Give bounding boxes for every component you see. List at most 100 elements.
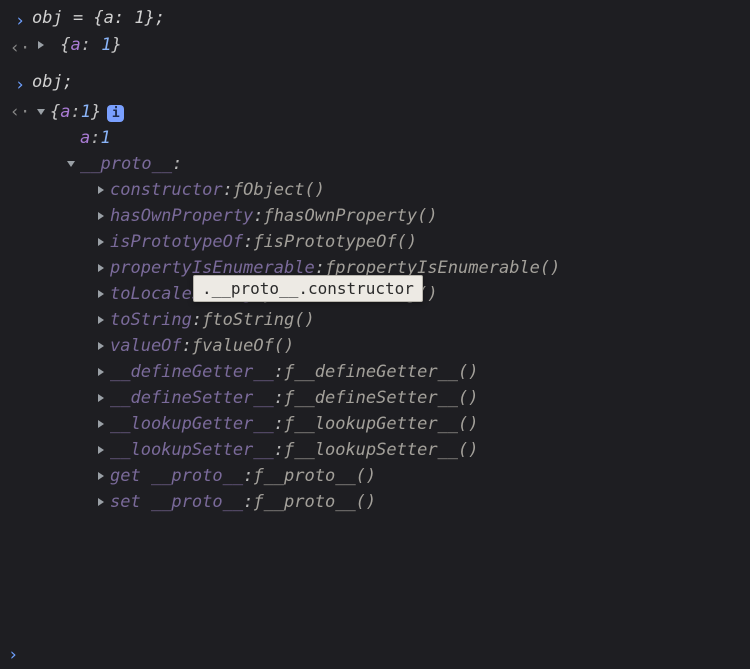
console-input-code[interactable]: obj = {a: 1}; [32, 8, 742, 28]
proto-property-line: set __proto__: ƒ __proto__() [32, 489, 742, 515]
object-key: a [60, 102, 70, 122]
console-prompt[interactable]: › [0, 641, 750, 669]
brace-close: } [111, 35, 121, 55]
console-input-row: › obj; [0, 70, 750, 97]
colon: : [90, 128, 100, 148]
property-name: __lookupSetter__ [110, 440, 274, 460]
proto-property-line: toString: ƒ toString() [32, 307, 742, 333]
expand-toggle[interactable] [92, 341, 110, 351]
function-glyph: ƒ [192, 336, 202, 356]
colon: : [274, 440, 284, 460]
colon: : [243, 492, 253, 512]
proto-property-line: propertyIsEnumerable: ƒ propertyIsEnumer… [32, 255, 742, 281]
expand-toggle[interactable] [92, 445, 110, 455]
property-name: set __proto__ [110, 492, 243, 512]
function-glyph: ƒ [253, 492, 263, 512]
function-glyph: ƒ [253, 466, 263, 486]
property-name: constructor [110, 180, 223, 200]
function-name: __defineGetter__() [294, 362, 478, 382]
function-name: isPrototypeOf() [264, 232, 418, 252]
function-glyph: ƒ [253, 232, 263, 252]
property-value: 1 [101, 128, 111, 148]
property-name: isPrototypeOf [110, 232, 243, 252]
expand-toggle[interactable] [92, 237, 110, 247]
object-summary-line: {a: 1} i [32, 99, 742, 125]
colon: : [243, 232, 253, 252]
colon: : [274, 388, 284, 408]
function-name: Object() [243, 180, 325, 200]
proto-property-line: __lookupGetter__: ƒ __lookupGetter__() [32, 411, 742, 437]
output-prompt-icon: ‹· [8, 35, 32, 58]
own-property-line: a: 1 [32, 125, 742, 151]
colon: : [315, 258, 325, 278]
info-icon[interactable]: i [107, 105, 124, 122]
function-glyph: ƒ [284, 440, 294, 460]
proto-property-line: constructor: ƒ Object() [32, 177, 742, 203]
expand-toggle[interactable] [92, 497, 110, 507]
expand-toggle[interactable] [92, 393, 110, 403]
function-glyph: ƒ [325, 258, 335, 278]
property-name: __lookupGetter__ [110, 414, 274, 434]
console-output-row-expanded: ‹· {a: 1} i a: 1 __proto__: constructor [0, 97, 750, 517]
console-input-code[interactable]: obj; [32, 72, 742, 92]
property-name: get __proto__ [110, 466, 243, 486]
colon: : [253, 284, 263, 304]
function-name: toLocaleString() [274, 284, 438, 304]
colon: : [71, 102, 81, 122]
expand-toggle[interactable] [92, 315, 110, 325]
colon: : [274, 362, 284, 382]
proto-label: __proto__ [80, 154, 172, 174]
function-glyph: ƒ [284, 414, 294, 434]
expand-toggle[interactable] [92, 367, 110, 377]
input-prompt-icon: › [8, 8, 32, 31]
property-name: toString [110, 310, 192, 330]
property-name: __defineGetter__ [110, 362, 274, 382]
expand-toggle[interactable] [32, 40, 50, 50]
function-name: __defineSetter__() [294, 388, 478, 408]
proto-property-line: toLocaleString: ƒ toLocaleString() [32, 281, 742, 307]
colon: : [182, 336, 192, 356]
proto-property-line: valueOf: ƒ valueOf() [32, 333, 742, 359]
proto-property-line: get __proto__: ƒ __proto__() [32, 463, 742, 489]
input-prompt-icon: › [8, 645, 18, 665]
proto-property-line: __defineSetter__: ƒ __defineSetter__() [32, 385, 742, 411]
expand-toggle[interactable] [92, 289, 110, 299]
function-glyph: ƒ [284, 388, 294, 408]
function-name: __proto__() [264, 492, 377, 512]
function-glyph: ƒ [233, 180, 243, 200]
property-name: a [80, 128, 90, 148]
collapse-toggle[interactable] [32, 107, 50, 117]
function-name: __proto__() [264, 466, 377, 486]
expand-toggle[interactable] [92, 211, 110, 221]
expand-toggle[interactable] [92, 471, 110, 481]
function-name: __lookupSetter__() [294, 440, 478, 460]
proto-property-line: isPrototypeOf: ƒ isPrototypeOf() [32, 229, 742, 255]
function-glyph: ƒ [264, 284, 274, 304]
property-name: toLocaleString [110, 284, 253, 304]
function-glyph: ƒ [202, 310, 212, 330]
function-glyph: ƒ [264, 206, 274, 226]
property-name: __defineSetter__ [110, 388, 274, 408]
function-name: __lookupGetter__() [294, 414, 478, 434]
brace-open: { [60, 35, 70, 55]
expand-toggle[interactable] [92, 419, 110, 429]
colon: : [243, 466, 253, 486]
colon: : [274, 414, 284, 434]
proto-property-line: __defineGetter__: ƒ __defineGetter__() [32, 359, 742, 385]
function-name: propertyIsEnumerable() [335, 258, 560, 278]
expand-toggle[interactable] [92, 185, 110, 195]
property-name: hasOwnProperty [110, 206, 253, 226]
colon: : [253, 206, 263, 226]
colon: : [223, 180, 233, 200]
object-value: 1 [101, 35, 111, 55]
expand-toggle[interactable] [92, 263, 110, 273]
collapse-toggle[interactable] [62, 159, 80, 169]
brace-close: } [91, 102, 101, 122]
colon: : [172, 154, 182, 174]
console-input-row: › obj = {a: 1}; [0, 6, 750, 33]
function-name: toString() [212, 310, 314, 330]
colon: : [192, 310, 202, 330]
proto-property-line: __lookupSetter__: ƒ __lookupSetter__() [32, 437, 742, 463]
property-name: valueOf [110, 336, 182, 356]
devtools-console: › obj = {a: 1}; ‹· {a: 1} › obj; ‹· [0, 0, 750, 669]
